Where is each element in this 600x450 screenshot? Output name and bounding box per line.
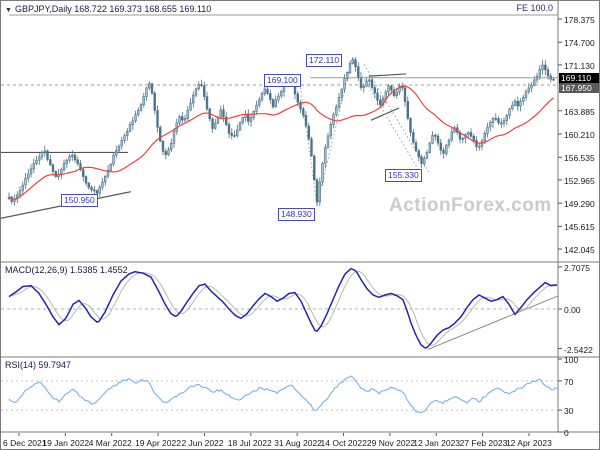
symbol-ohlc-title: GBPJPY,Daily 168.722 169.373 168.655 169… xyxy=(14,4,212,14)
price-tick-label: 160.210 xyxy=(564,130,595,140)
dotted-projection xyxy=(299,83,318,206)
trendline-flag-top xyxy=(368,73,407,77)
chart-window: ▼ GBPJPY,Daily 168.722 169.373 168.655 16… xyxy=(0,0,600,450)
chart-title-bar: ▼ GBPJPY,Daily 168.722 169.373 168.655 16… xyxy=(5,4,211,14)
price-callout-155.330: 155.330 xyxy=(385,168,422,182)
moving-average-line xyxy=(8,85,554,200)
macd-signal-line xyxy=(8,270,558,346)
rsi-line xyxy=(8,375,558,414)
date-tick-label: 18 Jul 2022 xyxy=(227,438,272,448)
rsi-indicator-label: RSI(14) 59.7947 xyxy=(5,360,72,370)
macd-tick-label: -2.5422 xyxy=(564,344,593,355)
date-axis[interactable]: 6 Dec 2021 19 Jan 2022 4 Mar 2022 19 Apr 20… xyxy=(1,433,599,449)
actionforex-watermark: ActionForex.com xyxy=(389,195,552,216)
price-callout-148.930: 148.930 xyxy=(278,208,315,222)
price-tick-label: 163.885 xyxy=(564,106,595,117)
rsi-tick-label: 30 xyxy=(564,406,574,417)
price-tick-label: 178.375 xyxy=(564,15,595,25)
macd-trendline xyxy=(427,295,559,350)
date-tick-label: 12 Apr 2023 xyxy=(505,438,552,448)
macd-tick-label: 0.00 xyxy=(564,305,581,315)
price-tick-label: 142.045 xyxy=(564,245,595,255)
price-tag-prev-level: 167.950 xyxy=(559,82,599,93)
fib-extension-label: FE 100.0 xyxy=(516,3,553,13)
date-tick-label: 14 Oct 2022 xyxy=(320,438,367,448)
date-tick-label: 19 Apr 2022 xyxy=(135,438,181,448)
price-tick-label: 152.965 xyxy=(564,175,595,186)
chevron-down-icon[interactable]: ▼ xyxy=(5,7,12,14)
price-callout-169.100: 169.100 xyxy=(264,73,301,87)
price-tick-label: 171.130 xyxy=(564,60,595,71)
price-tick-label: 174.700 xyxy=(564,38,595,49)
price-tag-last-price: 169.110 xyxy=(559,72,599,83)
price-tick-label: 156.535 xyxy=(564,153,595,164)
date-tick-label: 27 Feb 2023 xyxy=(459,438,508,448)
date-tick-label: 29 Nov 2022 xyxy=(366,438,416,448)
price-tick-label: 145.615 xyxy=(564,222,595,233)
price-callout-172.110: 172.110 xyxy=(306,53,343,67)
chart-canvas[interactable] xyxy=(1,1,600,450)
rsi-tick-label: 100 xyxy=(564,355,579,365)
macd-indicator-label: MACD(12,26,9) 1.5385 1.4552 xyxy=(5,265,128,275)
macd-tick-label: 2.7075 xyxy=(564,262,590,273)
price-tick-label: 149.290 xyxy=(564,199,595,210)
price-axis[interactable]: 178.375 174.700 171.130 163.885 160.210 156.5… xyxy=(561,1,599,438)
date-tick-label: 4 Mar 2022 xyxy=(88,438,132,448)
date-tick-label: 2 Jun 2022 xyxy=(181,438,224,448)
rsi-tick-label: 70 xyxy=(564,376,574,387)
date-tick-label: 6 Dec 2021 xyxy=(3,438,47,448)
price-callout-150.950: 150.950 xyxy=(61,193,98,207)
date-tick-label: 31 Aug 2022 xyxy=(274,438,322,448)
date-tick-label: 19 Jan 2022 xyxy=(42,438,90,448)
date-tick-label: 12 Jan 2023 xyxy=(413,438,461,448)
